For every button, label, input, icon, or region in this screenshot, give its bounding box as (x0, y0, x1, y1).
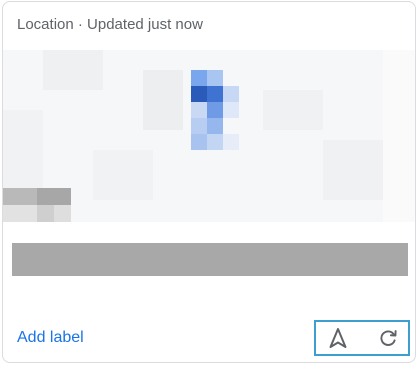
map-tile (43, 50, 103, 90)
location-actions-group (314, 320, 410, 356)
location-marker-tile (191, 70, 207, 86)
location-marker-tile (207, 70, 223, 86)
map-tile (143, 70, 183, 130)
location-marker-tile (207, 102, 223, 118)
map-tile (37, 188, 71, 205)
map-tile (54, 205, 71, 222)
location-map[interactable] (3, 50, 415, 222)
map-tile (3, 188, 37, 205)
location-marker-tile (207, 86, 223, 102)
location-marker-tile (223, 134, 239, 150)
navigate-button[interactable] (326, 326, 350, 350)
location-marker-tile (207, 134, 223, 150)
map-tile (383, 50, 415, 222)
refresh-icon (380, 330, 397, 346)
location-marker-tile (191, 102, 207, 118)
navigation-arrow-icon (329, 328, 347, 348)
map-tile (93, 150, 153, 200)
add-label-button[interactable]: Add label (17, 329, 84, 347)
location-marker-tile (191, 118, 207, 134)
location-marker-tile (207, 118, 223, 134)
location-marker-tile (191, 86, 207, 102)
location-marker-tile (191, 134, 207, 150)
location-marker-tile (223, 102, 239, 118)
location-card: Location · Updated just now Add label (2, 1, 416, 363)
map-tile (263, 90, 323, 130)
map-tile (3, 110, 43, 190)
location-marker-tile (223, 86, 239, 102)
map-tile (3, 205, 37, 222)
location-header: Location · Updated just now (17, 16, 203, 33)
map-tile (37, 205, 54, 222)
map-tile (323, 140, 383, 200)
refresh-button[interactable] (376, 326, 400, 350)
redacted-address-bar (12, 243, 408, 276)
